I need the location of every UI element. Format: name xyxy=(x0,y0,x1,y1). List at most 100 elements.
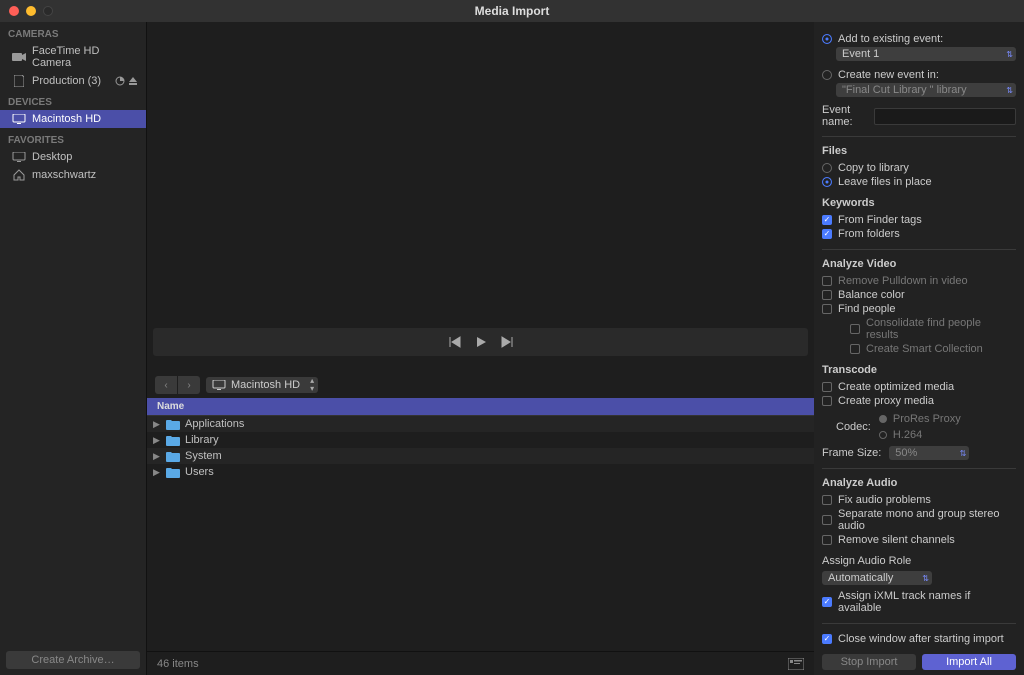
fix-audio-label: Fix audio problems xyxy=(838,494,931,506)
checkbox-icon xyxy=(822,495,832,505)
pathbar: ‹ › Macintosh HD ▴▾ xyxy=(147,372,814,398)
preview-controls xyxy=(153,328,808,356)
display-icon xyxy=(12,113,26,125)
radio-icon xyxy=(879,415,887,423)
copy-to-library-radio[interactable]: Copy to library xyxy=(822,161,1016,175)
analyze-audio-header: Analyze Audio xyxy=(822,477,1016,489)
sidebar-item-macintosh-hd[interactable]: Macintosh HD xyxy=(0,110,146,128)
disclosure-icon[interactable]: ▶ xyxy=(153,435,161,446)
consolidate-label: Consolidate find people results xyxy=(866,317,1016,341)
folder-icon xyxy=(166,419,180,430)
ixml-check[interactable]: ✓ Assign iXML track names if available xyxy=(822,589,1016,615)
remove-pulldown-label: Remove Pulldown in video xyxy=(838,275,968,287)
file-row[interactable]: ▶ Library xyxy=(147,432,814,448)
checkbox-icon xyxy=(822,304,832,314)
remove-pulldown-check[interactable]: Remove Pulldown in video xyxy=(822,274,1016,288)
skip-back-button[interactable] xyxy=(449,336,461,348)
balance-color-check[interactable]: Balance color xyxy=(822,288,1016,302)
disclosure-icon[interactable]: ▶ xyxy=(153,451,161,462)
table-header[interactable]: Name xyxy=(147,398,814,416)
event-name-label: Event name: xyxy=(822,104,866,128)
sidebar-item-production[interactable]: Production (3) xyxy=(0,72,146,90)
close-window-button[interactable] xyxy=(9,6,19,16)
files-header: Files xyxy=(822,145,1016,157)
close-window-check[interactable]: ✓ Close window after starting import xyxy=(822,632,1016,646)
sidebar-item-facetime[interactable]: FaceTime HD Camera xyxy=(0,42,146,72)
sidebar: CAMERAS FaceTime HD Camera Production (3… xyxy=(0,22,147,675)
file-row[interactable]: ▶ Applications xyxy=(147,416,814,432)
codec-prores-label: ProRes Proxy xyxy=(893,413,961,425)
assign-role-value: Automatically xyxy=(828,572,893,584)
frame-size-select[interactable]: 50% ⇅ xyxy=(889,446,969,460)
checkbox-icon xyxy=(822,382,832,392)
minimize-window-button[interactable] xyxy=(26,6,36,16)
nav-forward-button[interactable]: › xyxy=(178,376,200,394)
assign-role-select[interactable]: Automatically ⇅ xyxy=(822,571,932,585)
center-panel: ‹ › Macintosh HD ▴▾ Name ▶ Applications … xyxy=(147,22,814,675)
display-icon xyxy=(12,151,26,163)
eject-icon[interactable] xyxy=(128,76,138,86)
consolidate-check: Consolidate find people results xyxy=(822,316,1016,342)
proxy-check[interactable]: Create proxy media xyxy=(822,394,1016,408)
sidebar-item-label: FaceTime HD Camera xyxy=(32,45,138,69)
analyze-video-header: Analyze Video xyxy=(822,258,1016,270)
proxy-label: Create proxy media xyxy=(838,395,934,407)
fix-audio-check[interactable]: Fix audio problems xyxy=(822,493,1016,507)
file-name: Applications xyxy=(185,418,244,430)
find-people-check[interactable]: Find people xyxy=(822,302,1016,316)
sidebar-badges xyxy=(115,76,138,86)
import-options-panel: Add to existing event: Event 1 ⇅ Create … xyxy=(814,22,1024,675)
create-archive-button[interactable]: Create Archive… xyxy=(6,651,140,669)
from-folders-check[interactable]: ✓ From folders xyxy=(822,227,1016,241)
path-dropdown[interactable]: Macintosh HD ▴▾ xyxy=(206,377,318,393)
balance-color-label: Balance color xyxy=(838,289,905,301)
sidebar-item-home[interactable]: maxschwartz xyxy=(0,166,146,184)
checkbox-icon: ✓ xyxy=(822,597,832,607)
file-row[interactable]: ▶ Users xyxy=(147,464,814,480)
optimized-label: Create optimized media xyxy=(838,381,954,393)
pie-icon xyxy=(115,76,125,86)
add-existing-radio-row[interactable]: Add to existing event: xyxy=(822,32,1016,46)
find-people-label: Find people xyxy=(838,303,896,315)
leave-in-place-radio[interactable]: Leave files in place xyxy=(822,175,1016,189)
import-all-button[interactable]: Import All xyxy=(922,654,1016,670)
filmstrip-view-icon[interactable] xyxy=(788,658,804,670)
disclosure-icon[interactable]: ▶ xyxy=(153,467,161,478)
library-select[interactable]: "Final Cut Library " library ⇅ xyxy=(836,83,1016,97)
frame-size-value: 50% xyxy=(895,447,917,459)
sidebar-header-cameras: CAMERAS xyxy=(0,22,146,42)
disclosure-icon[interactable]: ▶ xyxy=(153,419,161,430)
preview-viewer xyxy=(147,22,814,328)
nav-back-button[interactable]: ‹ xyxy=(155,376,177,394)
play-button[interactable] xyxy=(475,336,487,348)
leave-label: Leave files in place xyxy=(838,176,932,188)
event-name-input[interactable] xyxy=(874,108,1016,125)
folder-icon xyxy=(166,451,180,462)
sidebar-item-desktop[interactable]: Desktop xyxy=(0,148,146,166)
remove-silent-label: Remove silent channels xyxy=(838,534,955,546)
new-event-radio-row[interactable]: Create new event in: xyxy=(822,68,1016,82)
file-name: System xyxy=(185,450,222,462)
sidebar-header-devices: DEVICES xyxy=(0,90,146,110)
sidebar-item-label: maxschwartz xyxy=(32,169,96,181)
optimized-check[interactable]: Create optimized media xyxy=(822,380,1016,394)
event-select[interactable]: Event 1 ⇅ xyxy=(836,47,1016,61)
item-count: 46 items xyxy=(157,658,199,670)
from-finder-check[interactable]: ✓ From Finder tags xyxy=(822,213,1016,227)
dropdown-arrows-icon: ⇅ xyxy=(1006,50,1013,59)
window-controls xyxy=(0,6,53,16)
folder-icon xyxy=(166,467,180,478)
remove-silent-check[interactable]: Remove silent channels xyxy=(822,533,1016,547)
dropdown-arrows-icon: ⇅ xyxy=(922,574,929,583)
file-name: Users xyxy=(185,466,214,478)
codec-h264-label: H.264 xyxy=(893,429,922,441)
camera-icon xyxy=(12,51,26,63)
checkbox-icon xyxy=(850,344,860,354)
skip-forward-button[interactable] xyxy=(501,336,513,348)
separate-mono-check[interactable]: Separate mono and group stereo audio xyxy=(822,507,1016,533)
stop-import-button[interactable]: Stop Import xyxy=(822,654,916,670)
dropdown-arrows-icon: ⇅ xyxy=(1006,86,1013,95)
file-row[interactable]: ▶ System xyxy=(147,448,814,464)
event-select-value: Event 1 xyxy=(842,48,879,60)
maximize-window-button[interactable] xyxy=(43,6,53,16)
